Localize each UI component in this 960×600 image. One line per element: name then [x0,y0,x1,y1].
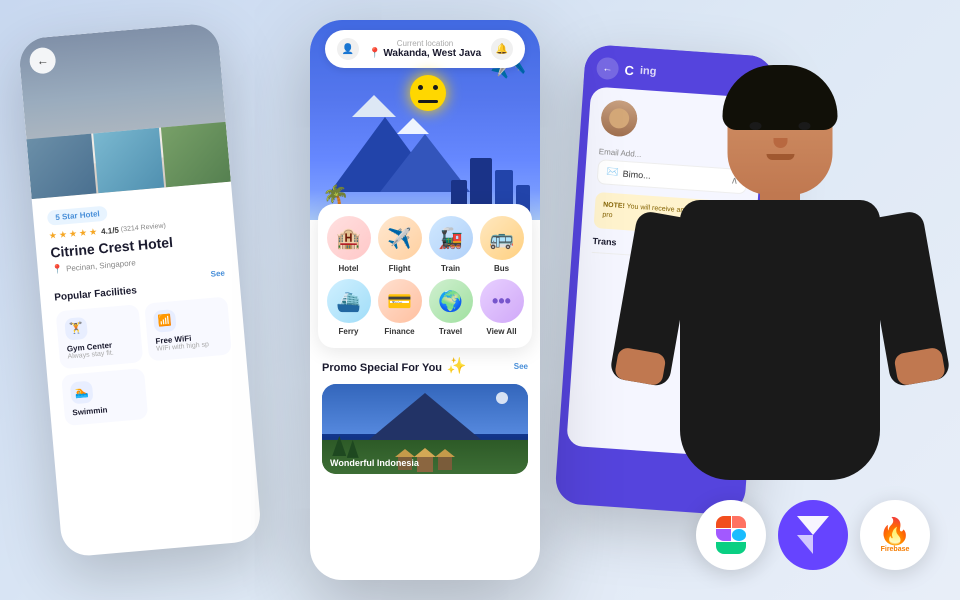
star-3: ★ [69,228,78,240]
left-hand [614,347,667,387]
sun-icon [410,75,446,111]
hotel-img-1 [26,134,96,199]
category-hotel[interactable]: 🏨 Hotel [326,216,371,273]
finance-label: Finance [384,327,414,336]
travel-label: Travel [439,327,462,336]
figma-grid [716,516,746,554]
firebase-logo: 🔥 Firebase [860,500,930,570]
location-pin-icon: 📍 [51,263,63,275]
phone-travel-app: 🌴 ✈️ 👤 Current location 📍 Wakanda, West … [310,20,540,580]
categories-card: 🏨 Hotel ✈️ Flight 🚂 Train 🚌 Bus [318,204,532,348]
right-hand [893,347,946,387]
rating-value: 4.1/5 [101,226,120,237]
current-location-label: Current location [369,39,481,48]
location-value: 📍 Wakanda, West Java [369,48,481,59]
hotel-location-text: Pecinan, Singapore [66,258,136,273]
framer-icon [797,516,829,554]
hotel-label: Hotel [339,264,359,273]
firebase-flame-icon: 🔥 [879,518,911,544]
right-eye [799,122,811,130]
facilities-grid: 🏋️ Gym Center Always stay fit. 📶 Free Wi… [56,296,237,426]
left-eye [750,122,762,130]
facility-wifi: 📶 Free WiFi WiFi with high sp [144,296,232,361]
firebase-content: 🔥 Firebase [879,518,911,553]
ferry-label: Ferry [338,327,358,336]
framer-logo [778,500,848,570]
person-hair [723,65,838,130]
app-header: 🌴 ✈️ 👤 Current location 📍 Wakanda, West … [310,20,540,220]
figma-logo [696,500,766,570]
location-text: Wakanda, West Java [383,48,481,59]
bus-label: Bus [494,264,509,273]
swim-icon: 🏊 [70,380,94,404]
promo-see-all[interactable]: See [514,362,528,371]
viewall-category-icon: ••• [480,279,524,323]
figma-cell-4 [732,529,747,541]
review-count: (3214 Review) [121,223,167,234]
category-bus[interactable]: 🚌 Bus [479,216,524,273]
promo-title: Promo Special For You [322,362,442,374]
train-label: Train [441,264,460,273]
mouth [766,154,794,160]
promo-sparkle-icon: ✨ [446,358,466,375]
star-2: ★ [59,229,68,241]
star-1: ★ [48,230,57,242]
categories-grid: 🏨 Hotel ✈️ Flight 🚂 Train 🚌 Bus [326,216,524,336]
bus-category-icon: 🚌 [480,216,524,260]
location-pin-icon: 📍 [369,48,381,59]
star-half: ★ [89,227,98,239]
train-category-icon: 🚂 [429,216,473,260]
star-4: ★ [79,227,88,239]
facility-gym: 🏋️ Gym Center Always stay fit. [56,304,144,369]
category-train[interactable]: 🚂 Train [428,216,473,273]
promo-mountain [365,393,485,443]
profile-icon: 👤 [337,38,359,60]
location-search-bar[interactable]: 👤 Current location 📍 Wakanda, West Java … [325,30,525,68]
category-travel[interactable]: 🌍 Travel [428,279,473,336]
location-info: Current location 📍 Wakanda, West Java [369,39,481,59]
flight-label: Flight [389,264,411,273]
hotel-category-icon: 🏨 [327,216,371,260]
category-viewall[interactable]: ••• View All [479,279,524,336]
promo-landscape: Wonderful Indonesia [322,384,528,474]
viewall-label: View All [486,327,516,336]
flight-category-icon: ✈️ [378,216,422,260]
see-more-link[interactable]: See [210,268,225,278]
category-flight[interactable]: ✈️ Flight [377,216,422,273]
firebase-text: Firebase [881,546,910,553]
hotel-content: 5 Star Hotel ★ ★ ★ ★ ★ 4.1/5 (3214 Revie… [32,182,252,437]
figma-cell-2 [732,516,747,528]
facility-swim: 🏊 Swimmin [61,368,148,426]
figma-cell-1 [716,516,731,528]
hotel-badge: 5 Star Hotel [47,206,109,226]
figma-cell-3 [716,529,731,541]
category-ferry[interactable]: ⛴️ Ferry [326,279,371,336]
person-head [728,70,833,195]
promo-section: Promo Special For You ✨ See [310,348,540,482]
moon-icon [496,392,508,404]
nose [773,138,787,148]
categories-container: 🏨 Hotel ✈️ Flight 🚂 Train 🚌 Bus [318,204,532,348]
tech-logos-row: 🔥 Firebase [696,500,930,570]
figma-cell-5 [716,542,746,554]
swim-name: Swimmin [72,402,140,417]
wifi-icon: 📶 [153,309,177,333]
hotel-image-area: ← [18,22,231,199]
travel-category-icon: 🌍 [429,279,473,323]
hotel-img-2 [94,128,164,193]
torso [680,200,880,480]
finance-category-icon: 💳 [378,279,422,323]
notification-icon[interactable]: 🔔 [491,38,513,60]
promo-title-row: Promo Special For You ✨ [322,356,466,376]
gym-icon: 🏋️ [64,317,88,341]
promo-card[interactable]: Wonderful Indonesia [322,384,528,474]
category-finance[interactable]: 💳 Finance [377,279,422,336]
promo-header: Promo Special For You ✨ See [322,356,528,376]
hotel-img-3 [161,122,231,187]
ferry-category-icon: ⛴️ [327,279,371,323]
promo-card-label: Wonderful Indonesia [330,458,419,468]
